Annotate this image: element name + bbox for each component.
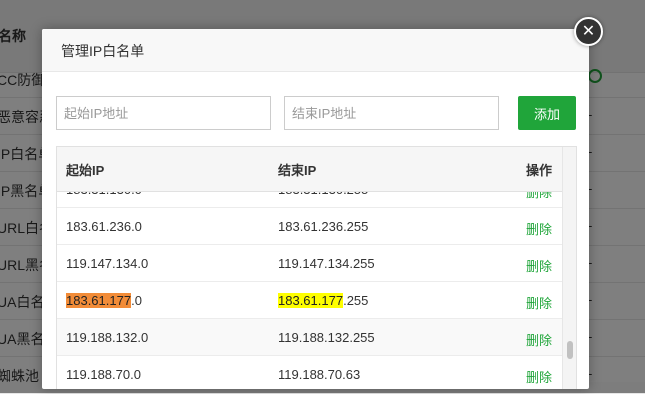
end-ip-cell: 119.147.134.255: [278, 256, 375, 271]
add-button[interactable]: 添加: [518, 96, 576, 130]
close-icon[interactable]: ✕: [574, 17, 603, 46]
table-row: 183.61.177.0 183.61.177.255 删除: [57, 282, 562, 319]
table-row: 119.188.132.0 119.188.132.255 删除: [57, 319, 562, 356]
delete-link[interactable]: 删除: [526, 256, 552, 275]
search-highlight: 183.61.177: [278, 293, 344, 308]
start-ip-input[interactable]: [56, 96, 271, 130]
end-ip-cell: 119.188.132.255: [278, 330, 375, 345]
start-ip-cell: 183.61.177.0: [66, 293, 142, 308]
table-row: 119.147.134.0 119.147.134.255 删除: [57, 245, 562, 282]
end-ip-suffix: .255: [343, 293, 369, 308]
dialog-title: 管理IP白名单: [61, 43, 145, 59]
delete-link[interactable]: 删除: [526, 367, 552, 386]
delete-link[interactable]: 删除: [526, 219, 552, 238]
ip-whitelist-dialog: 管理IP白名单 添加 183.31.130.0 183.31.130.255 删…: [42, 29, 589, 389]
column-header-action: 操作: [526, 163, 553, 178]
end-ip-input[interactable]: [284, 96, 499, 130]
column-header-end-ip: 结束IP: [278, 163, 317, 178]
start-ip-cell: 119.188.70.0: [66, 367, 141, 382]
scrollbar-thumb[interactable]: [567, 341, 573, 359]
end-ip-cell: 119.188.70.63: [278, 367, 361, 382]
ip-table: 183.31.130.0 183.31.130.255 删除 183.61.23…: [56, 146, 577, 389]
start-ip-cell: 183.61.236.0: [66, 219, 142, 234]
column-header-start-ip: 起始IP: [66, 163, 105, 178]
ip-table-body: 183.31.130.0 183.31.130.255 删除 183.61.23…: [57, 171, 562, 389]
search-highlight: 183.61.177: [66, 293, 132, 308]
end-ip-cell: 183.61.177.255: [278, 293, 368, 308]
delete-link[interactable]: 删除: [526, 293, 552, 312]
start-ip-cell: 119.147.134.0: [66, 256, 149, 271]
ip-table-header: 起始IP 结束IP 操作: [57, 147, 562, 192]
table-scrollbar[interactable]: [562, 147, 576, 389]
table-row: 119.188.70.0 119.188.70.63 删除: [57, 356, 562, 389]
delete-link[interactable]: 删除: [526, 330, 552, 349]
dialog-header: 管理IP白名单: [42, 29, 589, 72]
table-row: 183.61.236.0 183.61.236.255 删除: [57, 208, 562, 245]
start-ip-suffix: .0: [131, 293, 142, 308]
start-ip-cell: 119.188.132.0: [66, 330, 149, 345]
end-ip-cell: 183.61.236.255: [278, 219, 369, 234]
